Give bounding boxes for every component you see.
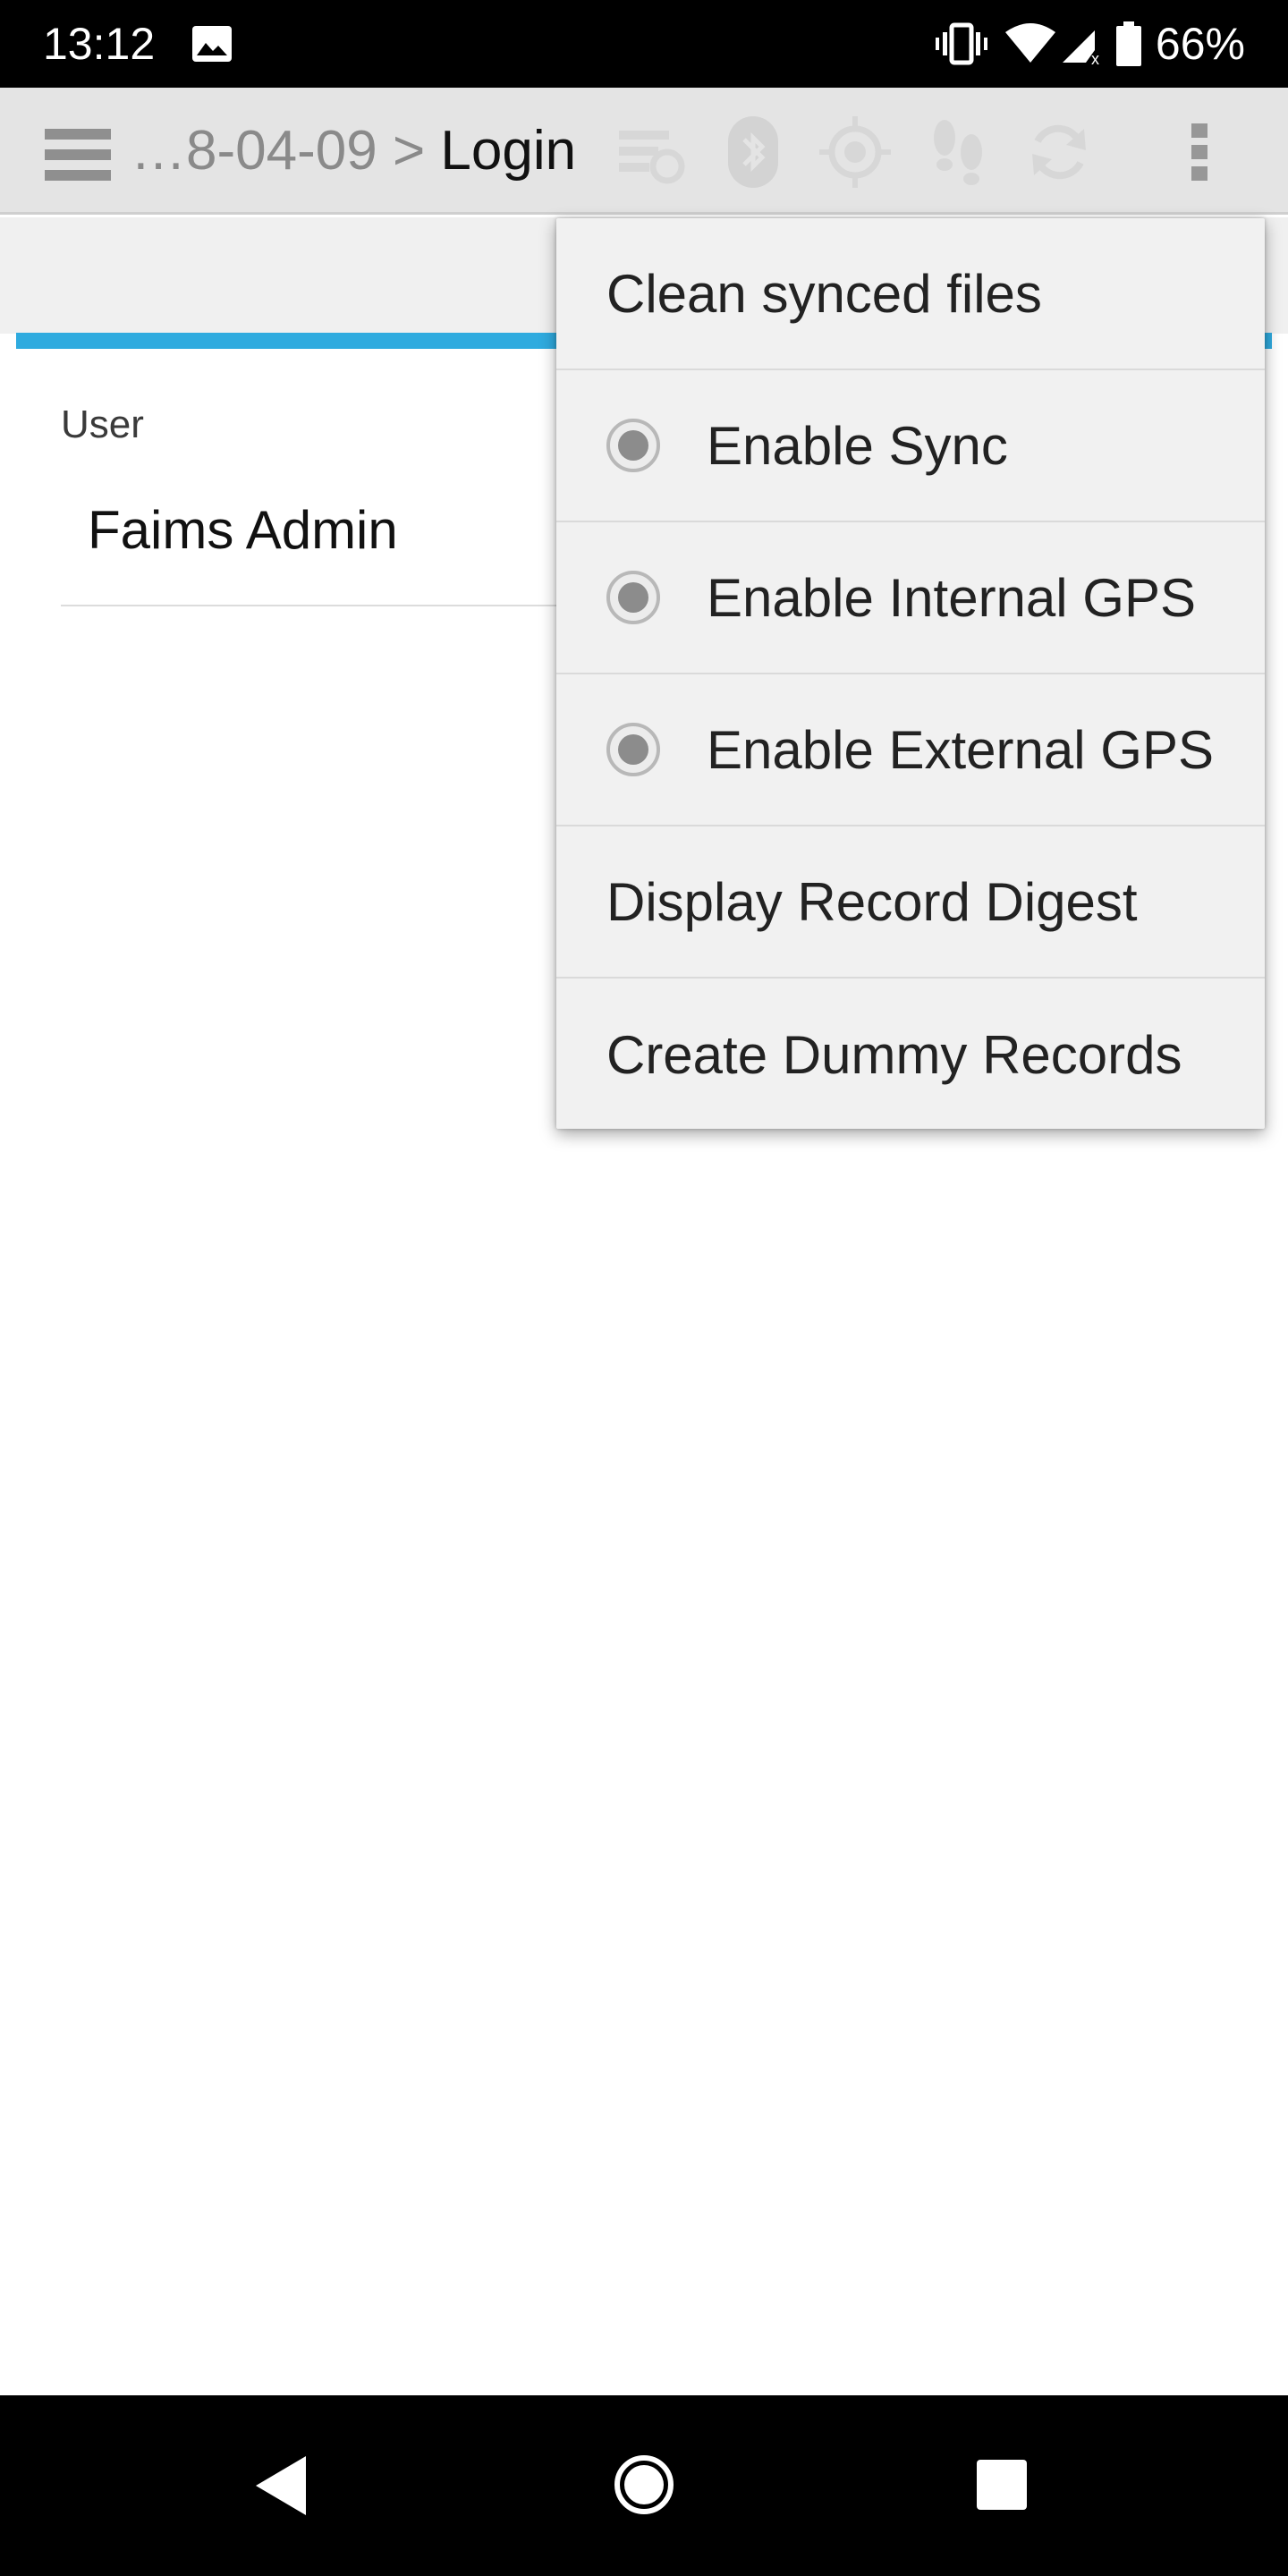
- menu-item-label: Display Record Digest: [606, 871, 1138, 932]
- menu-item-label: Enable External GPS: [707, 719, 1214, 780]
- home-icon[interactable]: [614, 2454, 674, 2515]
- image-icon: [191, 25, 233, 63]
- gps-target-icon[interactable]: [818, 114, 893, 190]
- status-time: 13:12: [43, 19, 156, 69]
- toolbar: …8-04-09 > Login: [0, 88, 1288, 215]
- overflow-menu-icon[interactable]: [1163, 114, 1238, 190]
- cell-signal-icon: x: [1059, 23, 1104, 68]
- svg-text:x: x: [1091, 50, 1099, 64]
- sync-status-icon[interactable]: [614, 114, 689, 190]
- battery-icon: [1115, 21, 1141, 66]
- radio-dot: [618, 582, 648, 613]
- menu-item-label: Enable Internal GPS: [707, 567, 1197, 628]
- menu-item-clean-synced-files[interactable]: Clean synced files: [556, 218, 1265, 370]
- breadcrumb-separator: >: [392, 120, 426, 182]
- battery-percent: 66%: [1155, 19, 1245, 69]
- bluetooth-icon[interactable]: [716, 114, 791, 190]
- radio-button[interactable]: [606, 571, 660, 624]
- menu-item-display-record-digest[interactable]: Display Record Digest: [556, 826, 1265, 979]
- menu-item-enable-sync[interactable]: Enable Sync: [556, 370, 1265, 522]
- menu-item-label: Create Dummy Records: [606, 1024, 1182, 1085]
- hamburger-menu-icon[interactable]: [45, 129, 111, 181]
- user-field-label: User: [61, 402, 144, 446]
- vibrate-icon: [935, 21, 987, 66]
- system-nav-bar: [0, 2395, 1288, 2576]
- recents-icon[interactable]: [977, 2460, 1027, 2510]
- breadcrumb: …8-04-09 > Login: [131, 120, 576, 182]
- refresh-icon[interactable]: [1021, 114, 1097, 190]
- user-select[interactable]: Faims Admin: [88, 499, 398, 561]
- radio-dot: [618, 430, 648, 461]
- breadcrumb-current: Login: [440, 120, 577, 182]
- overflow-menu: Clean synced files Enable Sync Enable In…: [556, 218, 1265, 1129]
- menu-item-label: Enable Sync: [707, 415, 1008, 476]
- wifi-icon: [1004, 23, 1055, 64]
- back-icon[interactable]: [254, 2454, 308, 2517]
- menu-item-enable-external-gps[interactable]: Enable External GPS: [556, 674, 1265, 826]
- breadcrumb-previous[interactable]: …8-04-09: [131, 120, 377, 182]
- radio-button[interactable]: [606, 723, 660, 776]
- footsteps-icon[interactable]: [919, 114, 995, 190]
- menu-item-create-dummy-records[interactable]: Create Dummy Records: [556, 979, 1265, 1131]
- menu-item-label: Clean synced files: [606, 263, 1042, 324]
- radio-dot: [618, 734, 648, 765]
- status-icons: x 66%: [935, 18, 1245, 70]
- menu-item-enable-internal-gps[interactable]: Enable Internal GPS: [556, 522, 1265, 674]
- status-bar: 13:12 x 66%: [0, 0, 1288, 88]
- radio-button[interactable]: [606, 419, 660, 472]
